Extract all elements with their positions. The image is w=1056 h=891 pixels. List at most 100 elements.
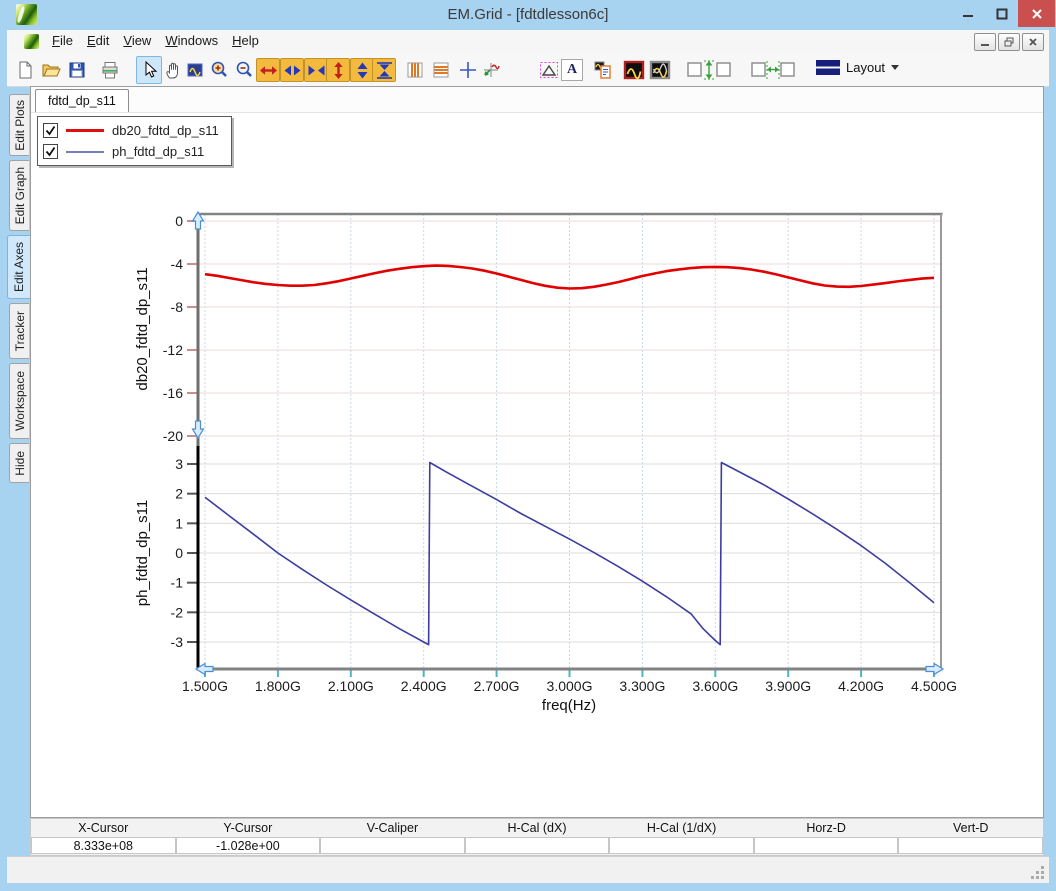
zoom-region-button[interactable] [182, 56, 208, 84]
svg-text:-12: -12 [163, 342, 183, 358]
layout-dropdown[interactable]: Layout [816, 60, 899, 75]
print-button[interactable] [97, 56, 123, 84]
mdi-minimize-button[interactable] [974, 33, 996, 51]
arrows-x-out-button[interactable] [280, 58, 304, 82]
mdi-minimize-icon [980, 37, 990, 47]
zoom-in-button[interactable] [206, 56, 232, 84]
sidebar-tab-tracker[interactable]: Tracker [9, 303, 29, 359]
zoom-in-icon [209, 60, 229, 80]
app-window: EM.Grid - [fdtdlesson6c] File Edit View … [0, 0, 1056, 891]
toolbar: A Layout [7, 52, 1049, 87]
svg-text:3.300G: 3.300G [619, 678, 665, 694]
text-icon: A [567, 62, 577, 78]
svg-text:3.900G: 3.900G [765, 678, 811, 694]
plot-report-button[interactable] [590, 56, 616, 84]
col-header-vert-d: Vert-D [898, 819, 1043, 837]
arrows-y-out-button[interactable] [350, 58, 374, 82]
svg-text:freq(Hz): freq(Hz) [542, 697, 596, 714]
open-file-icon [41, 60, 61, 80]
title-bar[interactable]: EM.Grid - [fdtdlesson6c] [0, 0, 1056, 30]
document-app-icon[interactable] [24, 34, 39, 49]
col-header-hcal-1dx: H-Cal (1/dX) [609, 819, 754, 837]
vertical-stripes-icon [405, 60, 425, 80]
legend-checkbox-db20[interactable] [43, 123, 58, 138]
menu-file[interactable]: File [45, 30, 80, 52]
vertical-stripes-button[interactable] [402, 56, 428, 84]
menu-edit[interactable]: Edit [80, 30, 116, 52]
text-tool-button[interactable]: A [561, 59, 583, 81]
legend-checkbox-ph[interactable] [43, 144, 58, 159]
pan-hand-icon [163, 60, 183, 80]
plot-canvas[interactable]: 1.500G1.800G2.100G2.400G2.700G3.000G3.30… [31, 87, 1043, 817]
zoom-out-icon [234, 60, 254, 80]
maximize-button[interactable] [986, 0, 1018, 27]
menu-help[interactable]: Help [225, 30, 266, 52]
svg-text:-2: -2 [171, 604, 184, 620]
svg-text:1: 1 [175, 515, 183, 531]
svg-text:-16: -16 [163, 385, 183, 401]
sidebar-tab-edit-axes[interactable]: Edit Axes [7, 235, 30, 299]
document-tab[interactable]: fdtd_dp_s11 [35, 89, 129, 112]
svg-text:1.800G: 1.800G [255, 678, 301, 694]
minimize-button[interactable] [952, 0, 984, 27]
svg-text:-4: -4 [171, 256, 184, 272]
menu-windows[interactable]: Windows [158, 30, 225, 52]
menu-bar: File Edit View Windows Help [7, 30, 1049, 53]
zoom-out-button[interactable] [231, 56, 257, 84]
x-cursor-value: 8.333e+08 [31, 837, 176, 854]
legend-entry: db20_fdtd_dp_s11 [43, 120, 219, 141]
sidebar-tab-edit-graph[interactable]: Edit Graph [9, 160, 29, 231]
mdi-restore-button[interactable] [998, 33, 1020, 51]
arrows-y-out-icon [353, 61, 372, 80]
single-trace-icon [623, 59, 645, 81]
cursor-status-table: X-Cursor Y-Cursor V-Caliper H-Cal (dX) H… [30, 818, 1044, 856]
status-strip [7, 856, 1049, 883]
equal-vertical-space-icon [686, 59, 732, 81]
col-header-y-cursor: Y-Cursor [176, 819, 321, 837]
equal-horizontal-space-button[interactable] [748, 56, 798, 84]
expand-x-button[interactable] [256, 58, 280, 82]
svg-text:2.400G: 2.400G [401, 678, 447, 694]
open-file-button[interactable] [38, 56, 64, 84]
svg-text:3.600G: 3.600G [692, 678, 738, 694]
sidebar-tab-hide[interactable]: Hide [9, 443, 29, 483]
mdi-restore-icon [1004, 37, 1014, 47]
arrows-x-out-icon [283, 61, 302, 80]
sidebar-tab-edit-plots[interactable]: Edit Plots [9, 94, 29, 156]
arrows-y-in-button[interactable] [372, 58, 396, 82]
close-button[interactable] [1018, 0, 1055, 27]
svg-text:ph_fdtd_dp_s11: ph_fdtd_dp_s11 [134, 500, 151, 607]
horizontal-stripes-icon [431, 60, 451, 80]
legend-line-sample-ph [66, 151, 104, 153]
new-file-button[interactable] [12, 56, 38, 84]
resize-grip[interactable] [1031, 866, 1045, 880]
col-header-hcal-dx: H-Cal (dX) [465, 819, 610, 837]
vert-d-value [898, 837, 1043, 854]
mdi-close-button[interactable] [1022, 33, 1044, 51]
sidebar: Edit Plots Edit Graph Edit Axes Tracker … [7, 86, 30, 856]
save-button[interactable] [64, 56, 90, 84]
tracker-button[interactable] [478, 56, 504, 84]
expand-y-button[interactable] [326, 58, 350, 82]
menu-view[interactable]: View [116, 30, 158, 52]
single-trace-button[interactable] [621, 56, 647, 84]
maximize-icon [996, 8, 1008, 20]
multi-trace-button[interactable] [647, 56, 673, 84]
arrows-x-in-button[interactable] [304, 58, 328, 82]
svg-text:3: 3 [175, 456, 183, 472]
hcal-1dx-value [609, 837, 754, 854]
svg-text:4.500G: 4.500G [911, 678, 957, 694]
legend-label-db20: db20_fdtd_dp_s11 [112, 123, 219, 138]
equal-horizontal-space-icon [750, 59, 796, 81]
sidebar-tab-workspace[interactable]: Workspace [9, 363, 29, 439]
equal-vertical-space-button[interactable] [684, 56, 734, 84]
svg-text:-8: -8 [171, 299, 184, 315]
polygon-tool-button[interactable] [536, 56, 562, 84]
horz-d-value [754, 837, 899, 854]
horizontal-stripes-button[interactable] [428, 56, 454, 84]
pointer-icon [139, 60, 159, 80]
svg-text:2.100G: 2.100G [328, 678, 374, 694]
pointer-tool-button[interactable] [136, 56, 162, 84]
svg-text:4.200G: 4.200G [838, 678, 884, 694]
svg-text:2: 2 [175, 486, 183, 502]
